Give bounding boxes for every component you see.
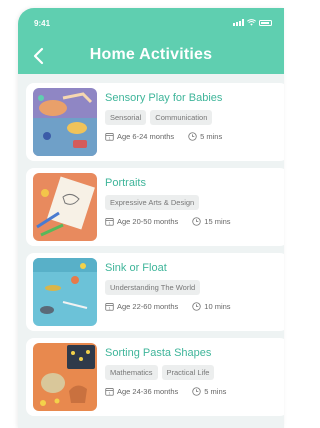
activity-title: Sorting Pasta Shapes xyxy=(105,347,212,359)
activity-thumbnail xyxy=(33,258,97,326)
activity-tags: Understanding The World xyxy=(105,280,201,295)
activity-thumbnail xyxy=(33,88,97,156)
activity-thumbnail xyxy=(33,343,97,411)
activity-card[interactable]: Sensory Play for Babies Sensorial Commun… xyxy=(26,83,284,161)
activity-title: Portraits xyxy=(105,177,146,189)
status-time: 9:41 xyxy=(34,19,51,28)
clock-icon xyxy=(192,217,201,226)
status-bar: 9:41 xyxy=(18,8,284,30)
calendar-icon: 1 xyxy=(105,303,114,311)
activity-tags: Expressive Arts & Design xyxy=(105,195,200,210)
status-icons xyxy=(233,19,272,26)
activity-card[interactable]: Portraits Expressive Arts & Design 1 Age… xyxy=(26,168,284,246)
clock-icon xyxy=(192,302,201,311)
activity-tag: Expressive Arts & Design xyxy=(105,195,200,210)
activity-tags: Sensorial Communication xyxy=(105,110,213,125)
clock-icon xyxy=(192,387,201,396)
activity-age: Age 6-24 months xyxy=(117,132,175,141)
activity-duration: 5 mins xyxy=(200,132,223,141)
svg-text:1: 1 xyxy=(109,136,111,140)
activity-tag: Mathematics xyxy=(105,365,158,380)
svg-text:1: 1 xyxy=(109,221,111,225)
activity-age: Age 20-50 months xyxy=(117,217,179,226)
activity-title: Sink or Float xyxy=(105,262,167,274)
activity-tag: Sensorial xyxy=(105,110,147,125)
activity-tag: Practical Life xyxy=(161,365,215,380)
activity-duration: 15 mins xyxy=(204,217,231,226)
app-header: 9:41 Home Activities xyxy=(18,8,284,74)
svg-text:1: 1 xyxy=(109,306,111,310)
activity-duration: 10 mins xyxy=(204,302,231,311)
clock-icon xyxy=(188,132,197,141)
activity-card[interactable]: Sink or Float Understanding The World 1 … xyxy=(26,253,284,331)
phone-screen: 9:41 Home Activities Sensory Play for Ba… xyxy=(18,8,284,428)
calendar-icon: 1 xyxy=(105,218,114,226)
battery-icon xyxy=(259,20,272,26)
activity-age: Age 24-36 months xyxy=(117,387,179,396)
calendar-icon: 1 xyxy=(105,133,114,141)
activity-meta: 1 Age 20-50 months 15 mins xyxy=(105,217,231,226)
activity-meta: 1 Age 24-36 months 5 mins xyxy=(105,387,226,396)
activity-thumbnail xyxy=(33,173,97,241)
activity-tags: Mathematics Practical Life xyxy=(105,365,215,380)
svg-text:1: 1 xyxy=(109,391,111,395)
activity-tag: Communication xyxy=(150,110,213,125)
activity-age: Age 22-60 months xyxy=(117,302,179,311)
activity-duration: 5 mins xyxy=(204,387,227,396)
activity-tag: Understanding The World xyxy=(105,280,201,295)
wifi-icon xyxy=(247,19,256,26)
activity-card[interactable]: Sorting Pasta Shapes Mathematics Practic… xyxy=(26,338,284,416)
activity-meta: 1 Age 22-60 months 10 mins xyxy=(105,302,231,311)
activity-title: Sensory Play for Babies xyxy=(105,92,223,104)
page-title: Home Activities xyxy=(89,46,213,63)
activity-meta: 1 Age 6-24 months 5 mins xyxy=(105,132,222,141)
signal-icon xyxy=(233,19,244,26)
calendar-icon: 1 xyxy=(105,388,114,396)
